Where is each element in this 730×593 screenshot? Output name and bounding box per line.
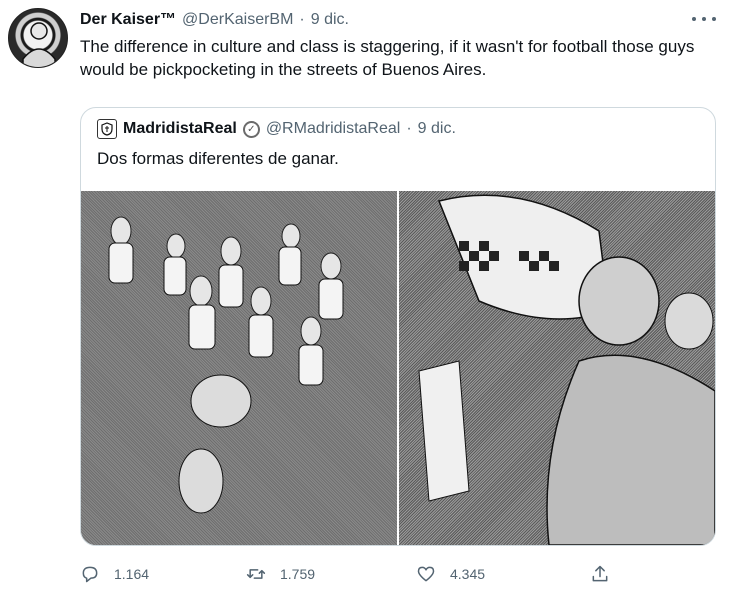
more-dot (702, 17, 706, 21)
players-celebration-image (108, 216, 344, 514)
quoted-tweet-media[interactable] (81, 191, 715, 545)
author-avatar[interactable] (8, 8, 68, 68)
reply-count: 1.164 (114, 566, 150, 582)
quoted-tweet[interactable]: MadridistaReal ✓ @RMadridistaReal · 9 di… (80, 107, 716, 546)
quoted-tweet-date[interactable]: 9 dic. (418, 120, 456, 138)
reply-button[interactable]: 1.164 (80, 562, 149, 586)
author-handle[interactable]: @DerKaiserBM (182, 11, 293, 29)
tweet-date[interactable]: 9 dic. (311, 11, 349, 29)
quoted-author-handle[interactable]: @RMadridistaReal (266, 120, 401, 138)
players-consolation-image (418, 194, 715, 545)
like-count: 4.345 (450, 566, 486, 582)
share-button[interactable] (590, 562, 610, 586)
tweet-text: The difference in culture and class is s… (80, 37, 695, 79)
author-name[interactable]: Der Kaiser™ (80, 11, 176, 29)
like-button[interactable]: 4.345 (416, 562, 485, 586)
photo-consolation[interactable] (399, 191, 715, 545)
quoted-author-name[interactable]: MadridistaReal (123, 120, 237, 138)
quoted-tweet-text: Dos formas diferentes de ganar. (97, 149, 339, 168)
tweet-actions: 1.164 1.759 4.345 (80, 562, 620, 586)
tweet-card[interactable]: Der Kaiser™ @DerKaiserBM · 9 dic. The di… (0, 0, 730, 593)
retweet-count: 1.759 (280, 566, 316, 582)
quoted-author-avatar[interactable] (97, 119, 117, 139)
heart-icon (417, 566, 435, 582)
verified-icon: ✓ (242, 120, 260, 138)
retweet-button[interactable]: 1.759 (246, 562, 315, 586)
share-icon (592, 565, 608, 582)
crest-icon (101, 122, 113, 136)
more-icon[interactable] (692, 12, 716, 26)
retweet-icon (246, 569, 266, 579)
separator-dot: · (406, 120, 412, 137)
reply-icon (82, 566, 98, 583)
more-dot (712, 17, 716, 21)
tweet-header: Der Kaiser™ @DerKaiserBM · 9 dic. (80, 8, 349, 32)
separator-dot: · (299, 11, 305, 28)
quoted-tweet-header: MadridistaReal ✓ @RMadridistaReal · 9 di… (97, 118, 456, 140)
avatar-figure-icon (22, 22, 56, 67)
more-dot (692, 17, 696, 21)
photo-celebration[interactable] (81, 191, 397, 545)
